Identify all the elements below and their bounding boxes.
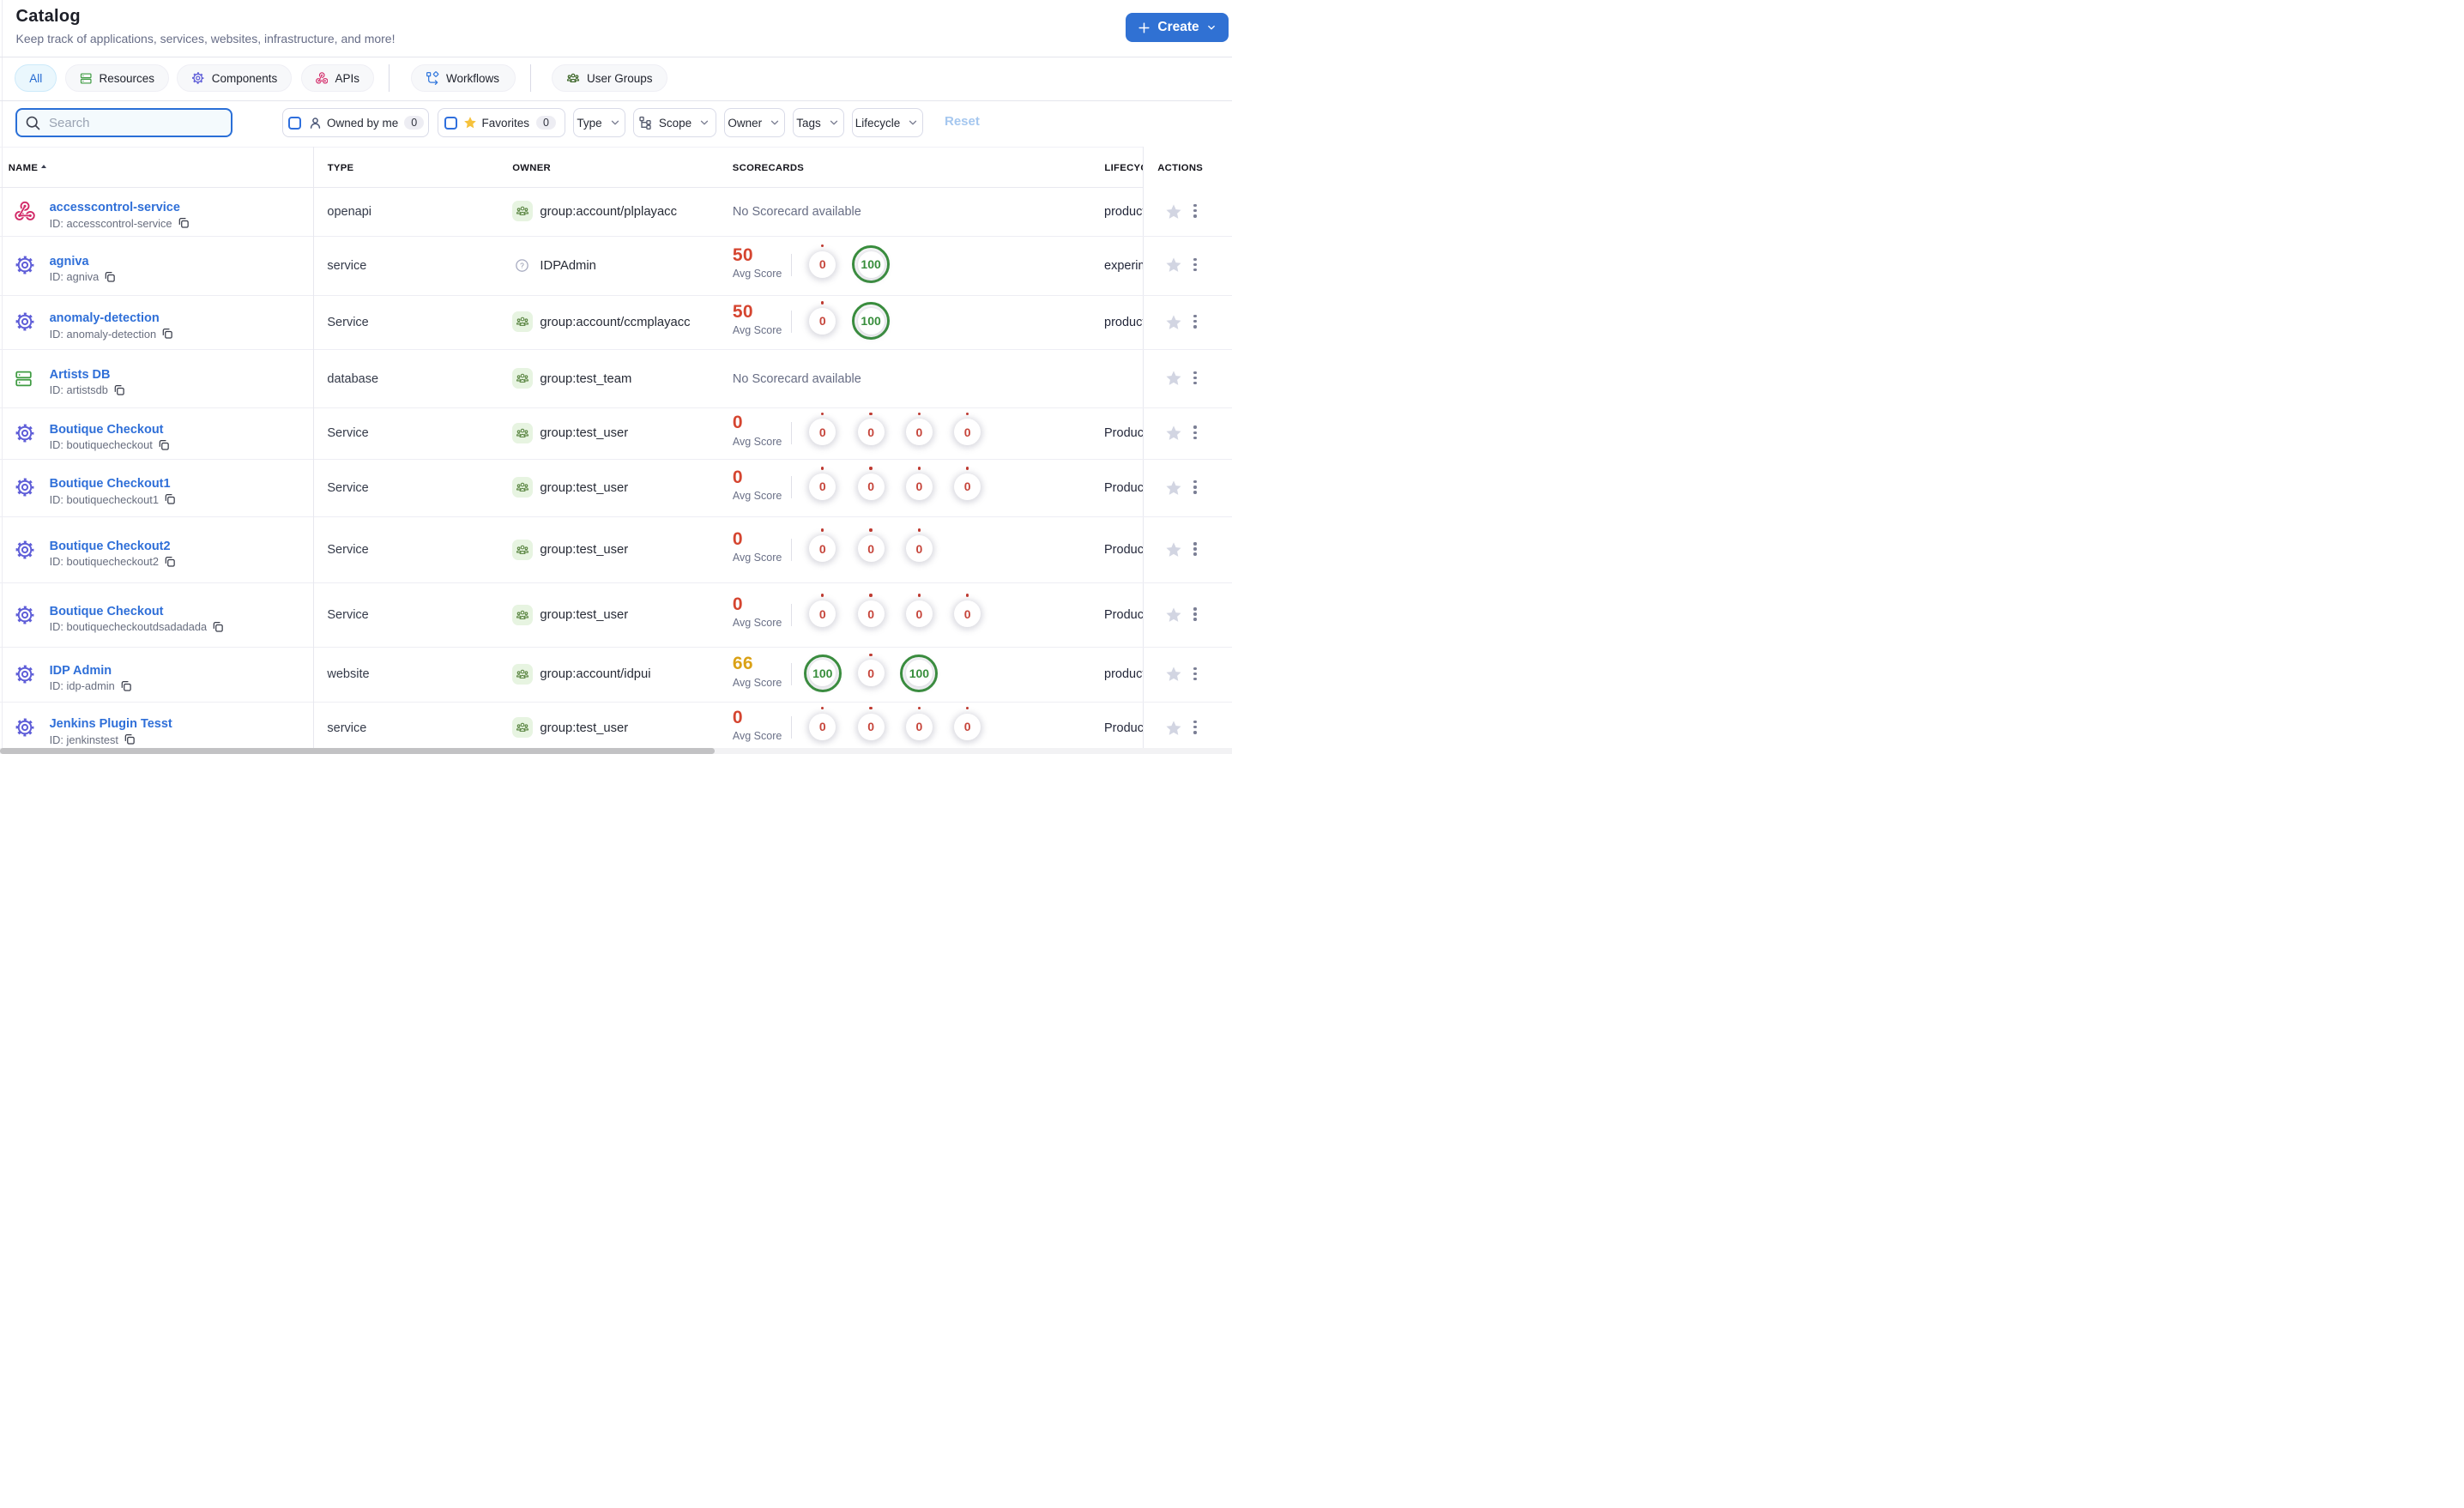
svg-text:?: ? — [520, 261, 524, 269]
